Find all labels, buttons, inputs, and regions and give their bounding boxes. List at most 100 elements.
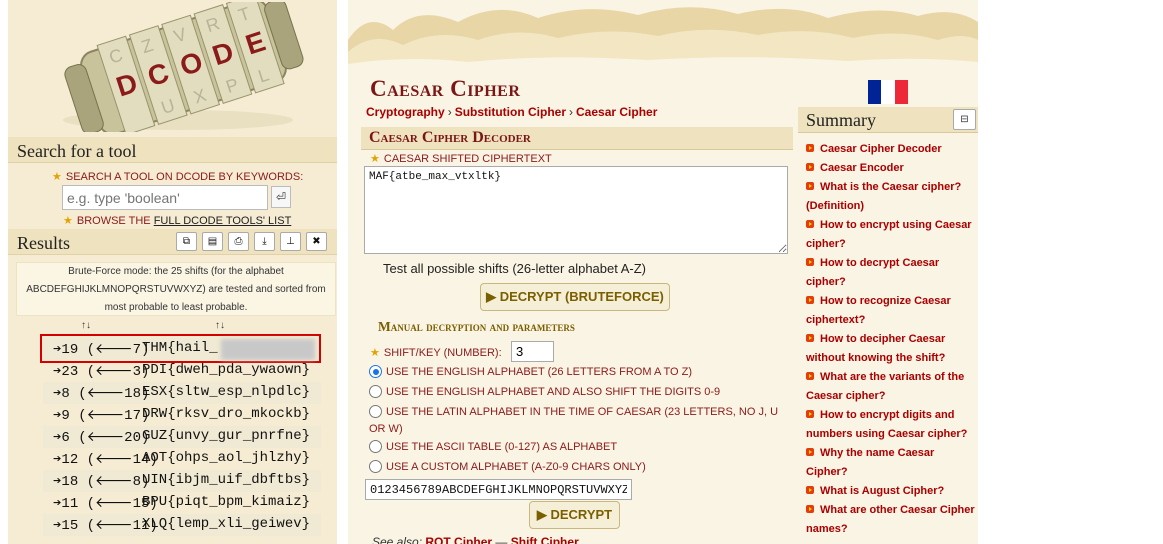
breadcrumb-cryptography[interactable]: Cryptography bbox=[366, 105, 445, 119]
arrow-icon bbox=[806, 448, 814, 456]
radio-button[interactable] bbox=[369, 365, 382, 378]
summary-link[interactable]: What are other Caesar Cipher names? bbox=[806, 501, 978, 539]
summary-header: Summary bbox=[798, 107, 978, 133]
dcode-logo[interactable]: D C O D E C Z V R T U X P L bbox=[48, 2, 318, 132]
see-also-label: See also: bbox=[372, 535, 423, 544]
plaintext-cell[interactable]: AOT{ohps_aol_jhlzhy} bbox=[142, 450, 310, 466]
breadcrumb-separator: › bbox=[447, 105, 452, 119]
search-input[interactable] bbox=[62, 185, 268, 210]
shift-cell: ➔8 (🡐18) bbox=[53, 386, 150, 402]
radio-latin-alphabet[interactable]: USE THE LATIN ALPHABET IN THE TIME OF CA… bbox=[369, 404, 784, 438]
redacted-blur bbox=[221, 339, 315, 360]
french-flag-icon[interactable] bbox=[868, 80, 908, 104]
star-icon: ★ bbox=[370, 153, 380, 165]
plaintext-cell[interactable]: BPU{piqt_bpm_kimaiz} bbox=[142, 494, 310, 510]
summary-link[interactable]: Why the name Caesar Cipher? bbox=[806, 444, 978, 482]
shift-key-label: ★ SHIFT/KEY (NUMBER): bbox=[370, 347, 502, 359]
custom-alphabet-input[interactable] bbox=[365, 479, 632, 500]
see-also: See also: ROT Cipher — Shift Cipher bbox=[372, 535, 579, 544]
arrow-icon bbox=[806, 163, 814, 171]
browse-tools-link[interactable]: FULL DCODE TOOLS' LIST bbox=[154, 215, 292, 227]
plaintext-cell[interactable]: ESX{sltw_esp_nlpdlc} bbox=[142, 384, 310, 400]
page-title: Caesar Cipher bbox=[370, 76, 521, 101]
left-sidebar: D C O D E C Z V R T U X P L Search for a… bbox=[8, 0, 337, 544]
arrow-icon bbox=[806, 182, 814, 190]
decrypt-bruteforce-button[interactable]: ▶ DECRYPT (BRUTEFORCE) bbox=[480, 283, 670, 311]
radio-button[interactable] bbox=[369, 385, 382, 398]
arrow-icon bbox=[806, 410, 814, 418]
search-label: ★ SEARCH A TOOL ON DCODE BY KEYWORDS: bbox=[52, 171, 304, 183]
bruteforce-note: Brute-Force mode: the 25 shifts (for the… bbox=[16, 262, 336, 316]
plaintext-cell[interactable]: GUZ{unvy_gur_pnrfne} bbox=[142, 428, 310, 444]
copy-icon[interactable]: ⧉ bbox=[176, 232, 197, 251]
arrow-icon bbox=[806, 372, 814, 380]
summary-title: Summary bbox=[806, 110, 876, 130]
table-row: ➔23 (🡐3) PDI{dweh_pda_ywaown} bbox=[43, 360, 321, 382]
plaintext-cell[interactable]: DRW{rksv_dro_mkockb} bbox=[142, 406, 310, 422]
parchment-scroll-decoration bbox=[348, 7, 978, 80]
download-icon[interactable]: ⤓ bbox=[254, 232, 275, 251]
table-row: ➔8 (🡐18) ESX{sltw_esp_nlpdlc} bbox=[43, 382, 321, 404]
flag-stripe-blue bbox=[868, 80, 882, 104]
shift-cell: ➔23 (🡐3) bbox=[53, 364, 150, 380]
pin-icon[interactable]: ⊥ bbox=[280, 232, 301, 251]
plaintext-cell[interactable]: XLQ{lemp_xli_geiwev} bbox=[142, 516, 310, 532]
search-submit-button[interactable]: ⏎ bbox=[271, 186, 291, 208]
radio-english-digits[interactable]: USE THE ENGLISH ALPHABET AND ALSO SHIFT … bbox=[369, 384, 784, 401]
arrow-icon bbox=[806, 144, 814, 152]
table-row: ➔18 (🡐8) UIN{ibjm_uif_dbftbs} bbox=[43, 470, 321, 492]
decoder-title: Caesar Cipher Decoder bbox=[369, 129, 531, 146]
table-row: ➔15 (🡐11) XLQ{lemp_xli_geiwev} bbox=[43, 514, 321, 536]
radio-ascii-table[interactable]: USE THE ASCII TABLE (0-127) AS ALPHABET bbox=[369, 439, 784, 456]
print-icon[interactable]: ⎙ bbox=[228, 232, 249, 251]
clipboard-icon[interactable]: ▤ bbox=[202, 232, 223, 251]
decrypt-button[interactable]: ▶ DECRYPT bbox=[529, 501, 620, 529]
results-title: Results bbox=[17, 233, 71, 253]
table-row: ➔9 (🡐17) DRW{rksv_dro_mkockb} bbox=[43, 404, 321, 426]
test-all-shifts-label: Test all possible shifts (26-letter alph… bbox=[383, 261, 647, 276]
summary-link[interactable]: What is the Caesar cipher? (Definition) bbox=[806, 178, 978, 216]
summary-link[interactable]: How to decrypt Caesar cipher? bbox=[806, 254, 978, 292]
browse-tools: ★ BROWSE THE FULL DCODE TOOLS' LIST bbox=[63, 215, 292, 227]
radio-english-alphabet[interactable]: USE THE ENGLISH ALPHABET (26 LETTERS FRO… bbox=[369, 364, 784, 381]
arrow-icon bbox=[806, 296, 814, 304]
shift-cell: ➔9 (🡐17) bbox=[53, 408, 150, 424]
ciphertext-input[interactable]: MAF{atbe_max_vtxltk} bbox=[364, 166, 788, 254]
summary-list: Caesar Cipher Decoder Caesar Encoder What … bbox=[806, 140, 978, 539]
close-icon[interactable]: ✖ bbox=[306, 232, 327, 251]
sort-text-header[interactable]: ↑↓ bbox=[215, 320, 225, 331]
radio-custom-alphabet[interactable]: USE A CUSTOM ALPHABET (A-Z0-9 CHARS ONLY… bbox=[369, 459, 784, 476]
summary-link[interactable]: How to encrypt digits and numbers using … bbox=[806, 406, 978, 444]
arrow-icon bbox=[806, 258, 814, 266]
see-also-shift-link[interactable]: Shift Cipher bbox=[511, 535, 579, 544]
breadcrumb-substitution[interactable]: Substitution Cipher bbox=[455, 105, 566, 119]
table-row: ➔12 (🡐14) AOT{ohps_aol_jhlzhy} bbox=[43, 448, 321, 470]
see-also-rot-link[interactable]: ROT Cipher bbox=[425, 535, 492, 544]
manual-decryption-header: Manual decryption and parameters bbox=[378, 319, 575, 334]
shift-cell: ➔6 (🡐20) bbox=[53, 430, 150, 446]
summary-link[interactable]: What is August Cipher? bbox=[806, 482, 978, 501]
search-title: Search for a tool bbox=[17, 141, 137, 161]
radio-button[interactable] bbox=[369, 405, 382, 418]
radio-button[interactable] bbox=[369, 440, 382, 453]
summary-link[interactable]: How to recognize Caesar ciphertext? bbox=[806, 292, 978, 330]
summary-link[interactable]: Caesar Encoder bbox=[806, 159, 978, 178]
arrow-icon bbox=[806, 505, 814, 513]
arrow-icon bbox=[806, 334, 814, 342]
summary-collapse-button[interactable]: ⊟ bbox=[953, 109, 976, 130]
flag-stripe-white bbox=[881, 80, 895, 104]
flag-stripe-red bbox=[894, 80, 908, 104]
plaintext-cell[interactable]: PDI{dweh_pda_ywaown} bbox=[142, 362, 310, 378]
breadcrumb-caesar[interactable]: Caesar Cipher bbox=[576, 105, 657, 119]
summary-link[interactable]: Caesar Cipher Decoder bbox=[806, 140, 978, 159]
summary-link[interactable]: How to decipher Caesar without knowing t… bbox=[806, 330, 978, 368]
decoder-header: Caesar Cipher Decoder bbox=[361, 127, 793, 150]
plaintext-cell[interactable]: UIN{ibjm_uif_dbftbs} bbox=[142, 472, 310, 488]
sort-shift-header[interactable]: ↑↓ bbox=[81, 320, 91, 331]
table-row: ➔6 (🡐20) GUZ{unvy_gur_pnrfne} bbox=[43, 426, 321, 448]
star-icon: ★ bbox=[52, 171, 62, 183]
radio-button[interactable] bbox=[369, 460, 382, 473]
shift-key-input[interactable] bbox=[511, 341, 554, 362]
summary-link[interactable]: What are the variants of the Caesar ciph… bbox=[806, 368, 978, 406]
summary-link[interactable]: How to encrypt using Caesar cipher? bbox=[806, 216, 978, 254]
